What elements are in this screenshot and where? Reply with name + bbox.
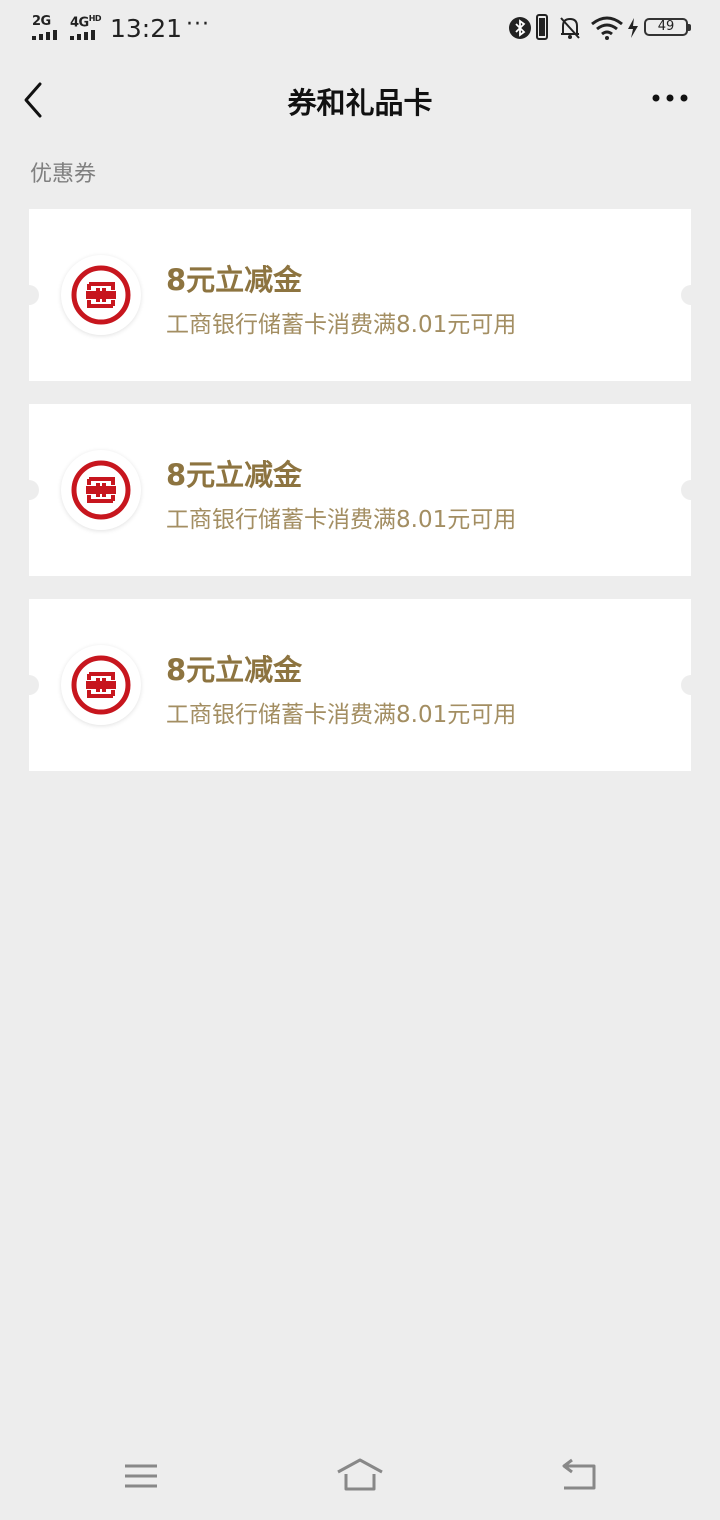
coupon-notch-left <box>19 285 39 305</box>
coupon-card[interactable]: 8元立减金 工商银行储蓄卡消费满8.01元可用 <box>19 599 701 771</box>
icbc-logo-icon <box>61 255 141 335</box>
bluetooth-icon <box>509 17 531 39</box>
page-title: 券和礼品卡 <box>287 86 433 120</box>
coupon-description: 工商银行储蓄卡消费满8.01元可用 <box>166 702 517 728</box>
menu-icon[interactable] <box>116 1456 166 1496</box>
system-nav-bar <box>0 1440 720 1520</box>
coupon-notch-left <box>19 675 39 695</box>
signal-2g-label: 2G <box>32 14 51 29</box>
status-more-dots: ··· <box>186 12 210 37</box>
coupon-notch-right <box>681 480 701 500</box>
status-right-icons: 49 <box>508 14 691 44</box>
vibrate-icon <box>536 14 548 40</box>
signal-4g-hd: HD <box>88 14 102 23</box>
coupon-title: 8元立减金 <box>166 458 303 492</box>
section-label-coupons: 优惠券 <box>30 162 97 187</box>
home-icon[interactable] <box>335 1456 385 1496</box>
wifi-icon <box>591 16 623 40</box>
coupon-card[interactable]: 8元立减金 工商银行储蓄卡消费满8.01元可用 <box>19 209 701 381</box>
page: 2G 4GHD 13:21 ··· 49 券和礼品卡 优惠券 8元立减金 工商银… <box>0 0 720 1520</box>
coupon-card[interactable]: 8元立减金 工商银行储蓄卡消费满8.01元可用 <box>19 404 701 576</box>
mute-bell-icon <box>560 17 580 39</box>
coupon-description: 工商银行储蓄卡消费满8.01元可用 <box>166 312 517 338</box>
more-options-button[interactable] <box>650 92 690 104</box>
signal-4g-label: 4G <box>70 15 89 31</box>
icbc-logo-icon <box>61 645 141 725</box>
coupon-title: 8元立减金 <box>166 653 303 687</box>
coupon-title: 8元立减金 <box>166 263 303 297</box>
coupon-notch-right <box>681 285 701 305</box>
coupon-notch-left <box>19 480 39 500</box>
signal-bars-icon <box>32 30 62 40</box>
back-icon[interactable] <box>554 1456 604 1496</box>
battery-icon: 49 <box>644 18 691 36</box>
status-time: 13:21 <box>110 14 183 43</box>
nav-bar: 券和礼品卡 <box>0 56 720 144</box>
status-bar: 2G 4GHD 13:21 ··· 49 <box>0 0 720 56</box>
signal-bars-icon <box>70 30 100 40</box>
charging-icon <box>628 18 638 38</box>
coupon-description: 工商银行储蓄卡消费满8.01元可用 <box>166 507 517 533</box>
icbc-logo-icon <box>61 450 141 530</box>
coupon-notch-right <box>681 675 701 695</box>
